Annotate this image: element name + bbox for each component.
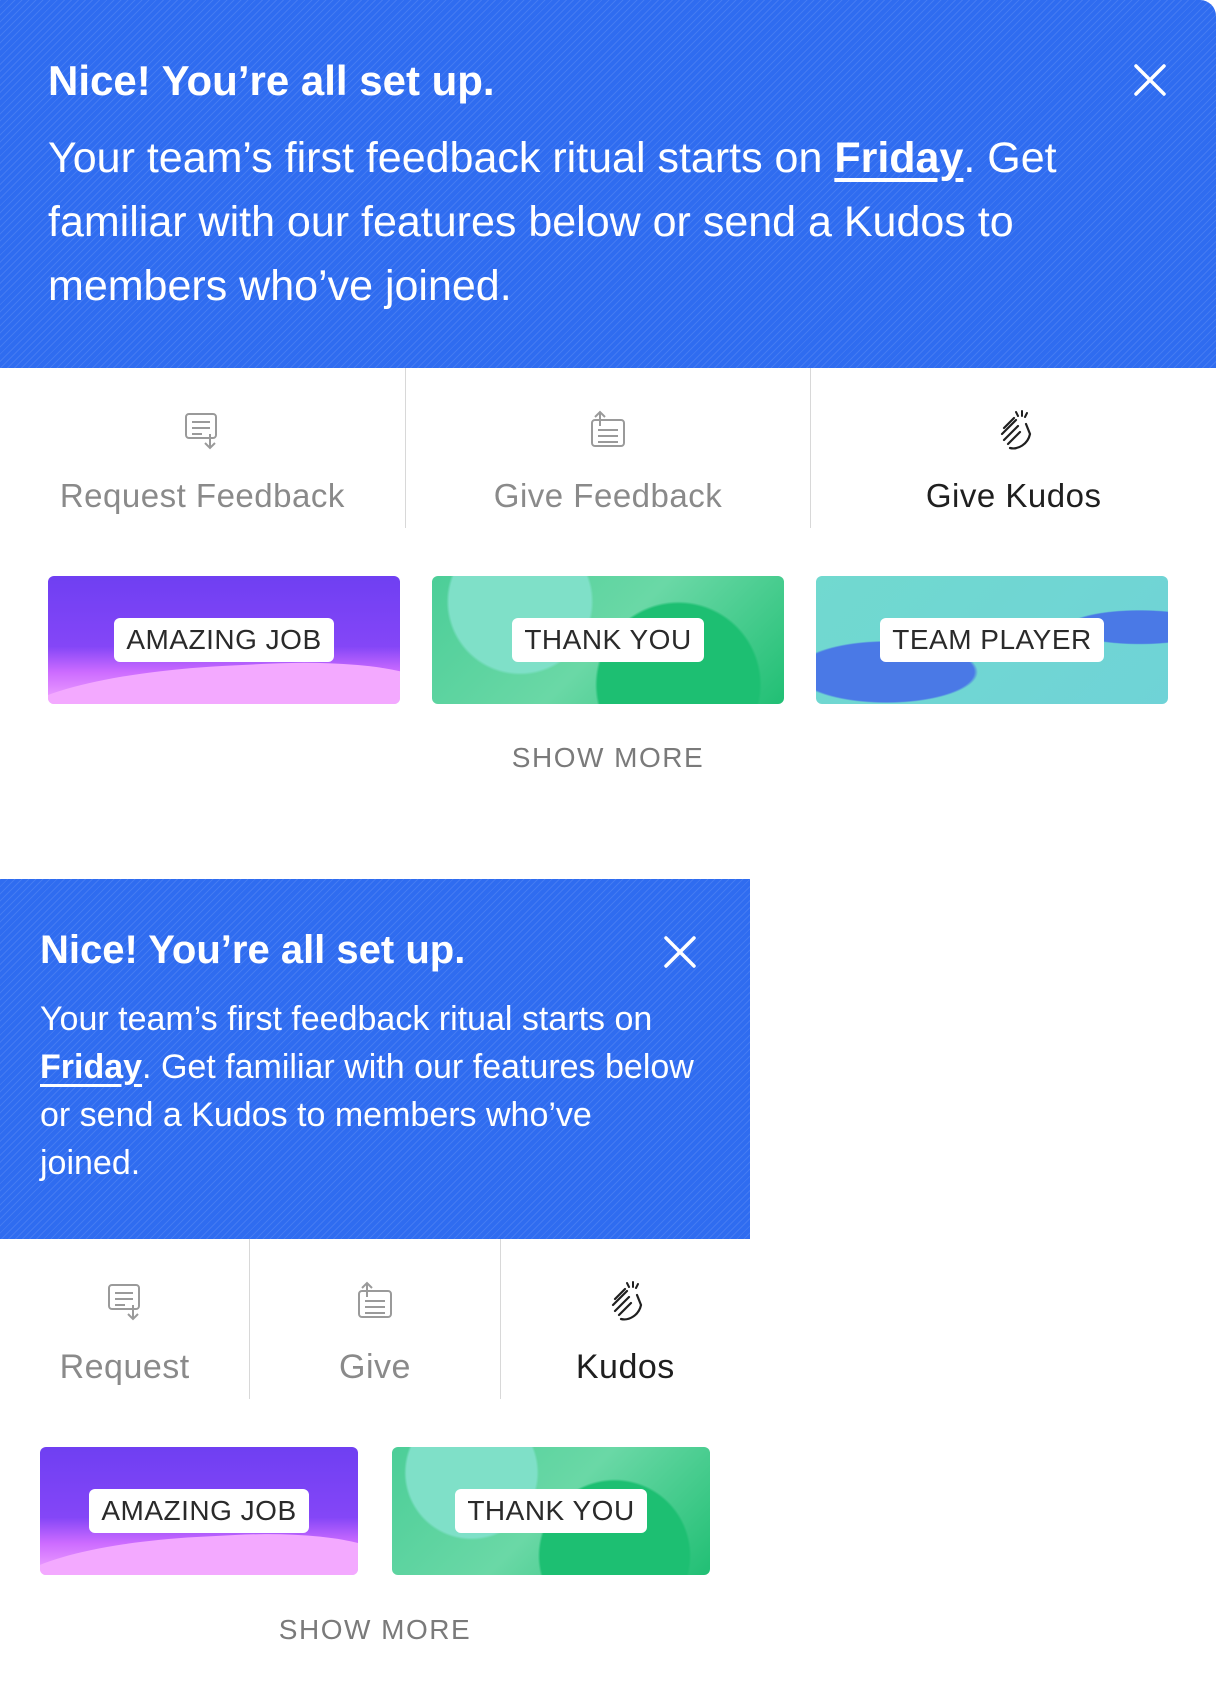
tab-label: Give Feedback [493,477,723,514]
tab-label: Request [59,1348,190,1386]
give-feedback-icon [357,1281,392,1318]
show-more-button[interactable]: SHOW MORE [247,1614,503,1646]
banner-message: Your team’s first feedback ritual starts… [40,995,700,1187]
tab-give[interactable]: Give [250,1239,501,1399]
banner-title: Nice! You’re all set up. [40,928,466,972]
feature-tabs: Request Feedback Give Feedback Give Kudo… [0,368,1216,528]
kudos-card-thank-you[interactable]: THANK YOU [392,1447,710,1575]
feature-tabs-compact: Request Give Kudos [0,1239,750,1399]
tab-give-feedback[interactable]: Give Feedback [406,368,812,528]
kudos-card-label: THANK YOU [512,618,704,662]
kudos-card-amazing-job[interactable]: AMAZING JOB [40,1447,358,1575]
kudos-card-label: AMAZING JOB [114,618,334,662]
close-icon[interactable] [1132,62,1168,98]
kudos-card-team-player[interactable]: TEAM PLAYER [816,576,1168,704]
welcome-banner-compact: Nice! You’re all set up. Your team’s fir… [0,879,750,1239]
banner-message: Your team’s first feedback ritual starts… [48,126,1168,318]
welcome-banner: Nice! You’re all set up. Your team’s fir… [0,0,1216,368]
tab-kudos[interactable]: Kudos [501,1239,750,1399]
kudos-card-label: THANK YOU [455,1489,647,1533]
banner-message-prefix: Your team’s first feedback ritual starts… [48,134,835,182]
tab-request-feedback[interactable]: Request Feedback [0,368,406,528]
banner-title: Nice! You’re all set up. [48,57,495,104]
ritual-day-link[interactable]: Friday [40,1048,142,1086]
clap-icon [1000,410,1031,450]
tab-give-kudos[interactable]: Give Kudos [811,368,1216,528]
banner-message-prefix: Your team’s first feedback ritual starts… [40,1000,653,1038]
tab-label: Give Kudos [925,477,1102,514]
tab-label: Kudos [575,1348,675,1386]
tab-request[interactable]: Request [0,1239,251,1399]
request-feedback-icon [185,413,218,450]
clap-icon [612,1281,643,1321]
tab-label: Give [339,1348,411,1386]
kudos-card-thank-you[interactable]: THANK YOU [432,576,784,704]
close-icon[interactable] [662,934,698,970]
give-feedback-icon [591,410,625,447]
kudos-card-label: AMAZING JOB [89,1489,309,1533]
show-more-button[interactable]: SHOW MORE [480,742,736,774]
ritual-day-link[interactable]: Friday [834,134,963,182]
tab-label: Request Feedback [59,477,345,514]
kudos-card-amazing-job[interactable]: AMAZING JOB [48,576,400,704]
request-feedback-icon [107,1284,140,1321]
kudos-card-label: TEAM PLAYER [880,618,1104,662]
